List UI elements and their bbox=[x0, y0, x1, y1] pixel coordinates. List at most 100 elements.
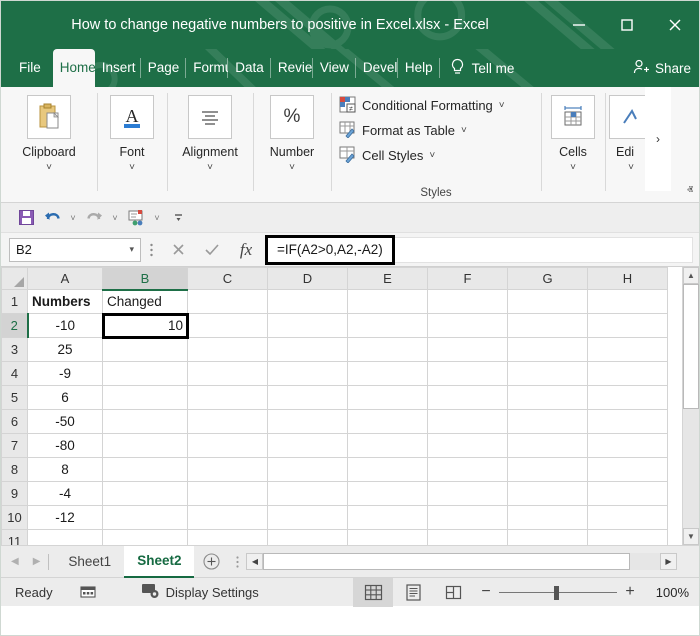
number-button[interactable]: % bbox=[270, 95, 314, 139]
cell-b4[interactable] bbox=[103, 362, 188, 386]
cell-a1[interactable]: Numbers bbox=[28, 290, 103, 314]
cell-b9[interactable] bbox=[103, 482, 188, 506]
cell-a9[interactable]: -4 bbox=[28, 482, 103, 506]
autosave-dropdown-caret-icon[interactable]: ˅ bbox=[149, 206, 165, 230]
row-header-7[interactable]: 7 bbox=[2, 434, 28, 458]
save-icon[interactable] bbox=[13, 206, 39, 230]
cell-a8[interactable]: 8 bbox=[28, 458, 103, 482]
tab-home[interactable]: Home bbox=[53, 49, 95, 87]
cell-c11[interactable] bbox=[188, 530, 268, 546]
tab-file[interactable]: File bbox=[7, 49, 53, 87]
cell-b6[interactable] bbox=[103, 410, 188, 434]
cell-e2[interactable] bbox=[348, 314, 428, 338]
cell-h10[interactable] bbox=[588, 506, 668, 530]
editing-caret-icon[interactable]: ˅ bbox=[628, 163, 634, 173]
cell-h2[interactable] bbox=[588, 314, 668, 338]
tab-formulas[interactable]: Formu bbox=[186, 49, 228, 87]
cell-f7[interactable] bbox=[428, 434, 508, 458]
cell-a7[interactable]: -80 bbox=[28, 434, 103, 458]
cell-c3[interactable] bbox=[188, 338, 268, 362]
ribbon-overflow-button[interactable]: › bbox=[645, 87, 671, 191]
normal-view-button[interactable] bbox=[353, 578, 393, 607]
column-header-g[interactable]: G bbox=[508, 268, 588, 290]
insert-function-icon[interactable]: fx bbox=[229, 238, 263, 262]
format-as-table-button[interactable]: Format as Table ˅ bbox=[339, 118, 467, 143]
cell-d4[interactable] bbox=[268, 362, 348, 386]
cell-d3[interactable] bbox=[268, 338, 348, 362]
cell-styles-button[interactable]: Cell Styles ˅ bbox=[339, 143, 435, 168]
worksheet-grid[interactable]: A B C D E F G H 1 Numbers Changed 2 -10 … bbox=[1, 267, 699, 545]
cell-b5[interactable] bbox=[103, 386, 188, 410]
cell-a2[interactable]: -10 bbox=[28, 314, 103, 338]
tab-view[interactable]: View bbox=[313, 49, 356, 87]
horizontal-scrollbar[interactable]: ◀ ▶ bbox=[246, 553, 677, 570]
ribbon-group-font[interactable]: A Font ˅ bbox=[97, 87, 167, 203]
select-all-corner[interactable] bbox=[2, 268, 28, 290]
cell-f10[interactable] bbox=[428, 506, 508, 530]
name-box[interactable]: B2 ▾ bbox=[9, 238, 141, 262]
cell-h4[interactable] bbox=[588, 362, 668, 386]
zoom-slider-thumb[interactable] bbox=[554, 586, 559, 600]
tab-review[interactable]: Revie bbox=[271, 49, 313, 87]
column-header-b[interactable]: B bbox=[103, 268, 188, 290]
sheet-tab-sheet2[interactable]: Sheet2 bbox=[124, 546, 194, 578]
cell-h9[interactable] bbox=[588, 482, 668, 506]
ribbon-group-clipboard[interactable]: Clipboard ˅ bbox=[1, 87, 97, 203]
cancel-formula-icon[interactable] bbox=[161, 238, 195, 262]
column-header-a[interactable]: A bbox=[28, 268, 103, 290]
column-header-c[interactable]: C bbox=[188, 268, 268, 290]
cell-g9[interactable] bbox=[508, 482, 588, 506]
ribbon-group-cells[interactable]: Cells ˅ bbox=[541, 87, 605, 203]
alignment-button[interactable] bbox=[188, 95, 232, 139]
cell-h11[interactable] bbox=[588, 530, 668, 546]
cell-a6[interactable]: -50 bbox=[28, 410, 103, 434]
tab-data[interactable]: Data bbox=[228, 49, 271, 87]
ribbon-group-alignment[interactable]: Alignment ˅ bbox=[167, 87, 253, 203]
undo-icon[interactable] bbox=[39, 206, 65, 230]
cell-e6[interactable] bbox=[348, 410, 428, 434]
row-header-2[interactable]: 2 bbox=[2, 314, 28, 338]
cell-h7[interactable] bbox=[588, 434, 668, 458]
font-caret-icon[interactable]: ˅ bbox=[129, 163, 135, 173]
autosave-icon[interactable] bbox=[123, 206, 149, 230]
cell-d7[interactable] bbox=[268, 434, 348, 458]
row-header-4[interactable]: 4 bbox=[2, 362, 28, 386]
row-header-8[interactable]: 8 bbox=[2, 458, 28, 482]
column-header-d[interactable]: D bbox=[268, 268, 348, 290]
cell-g1[interactable] bbox=[508, 290, 588, 314]
display-settings-button[interactable]: Display Settings bbox=[141, 582, 259, 602]
row-header-1[interactable]: 1 bbox=[2, 290, 28, 314]
clipboard-caret-icon[interactable]: ˅ bbox=[46, 163, 52, 173]
scroll-down-button[interactable]: ▼ bbox=[683, 528, 699, 545]
cell-g5[interactable] bbox=[508, 386, 588, 410]
cell-g8[interactable] bbox=[508, 458, 588, 482]
redo-icon[interactable] bbox=[81, 206, 107, 230]
conditional-formatting-caret-icon[interactable]: ˅ bbox=[499, 100, 505, 111]
cell-b3[interactable] bbox=[103, 338, 188, 362]
cell-c2[interactable] bbox=[188, 314, 268, 338]
font-button[interactable]: A bbox=[110, 95, 154, 139]
cell-e4[interactable] bbox=[348, 362, 428, 386]
tab-help[interactable]: Help bbox=[398, 49, 440, 87]
cell-b1[interactable]: Changed bbox=[103, 290, 188, 314]
customize-qat-icon[interactable] bbox=[165, 206, 191, 230]
column-header-e[interactable]: E bbox=[348, 268, 428, 290]
cells-button[interactable] bbox=[551, 95, 595, 139]
conditional-formatting-button[interactable]: ≠ Conditional Formatting ˅ bbox=[339, 93, 505, 118]
sheet-next-button[interactable]: ▶ bbox=[33, 556, 41, 567]
cell-e9[interactable] bbox=[348, 482, 428, 506]
redo-dropdown-caret-icon[interactable]: ˅ bbox=[107, 206, 123, 230]
horizontal-scroll-track[interactable] bbox=[630, 553, 660, 570]
cell-e1[interactable] bbox=[348, 290, 428, 314]
cell-a4[interactable]: -9 bbox=[28, 362, 103, 386]
cell-e8[interactable] bbox=[348, 458, 428, 482]
zoom-out-button[interactable]: − bbox=[473, 578, 499, 607]
scroll-up-button[interactable]: ▲ bbox=[683, 267, 699, 284]
cell-f9[interactable] bbox=[428, 482, 508, 506]
row-header-9[interactable]: 9 bbox=[2, 482, 28, 506]
maximize-button[interactable] bbox=[603, 5, 651, 45]
cell-c8[interactable] bbox=[188, 458, 268, 482]
minimize-button[interactable] bbox=[555, 5, 603, 45]
confirm-formula-icon[interactable] bbox=[195, 238, 229, 262]
cell-d1[interactable] bbox=[268, 290, 348, 314]
